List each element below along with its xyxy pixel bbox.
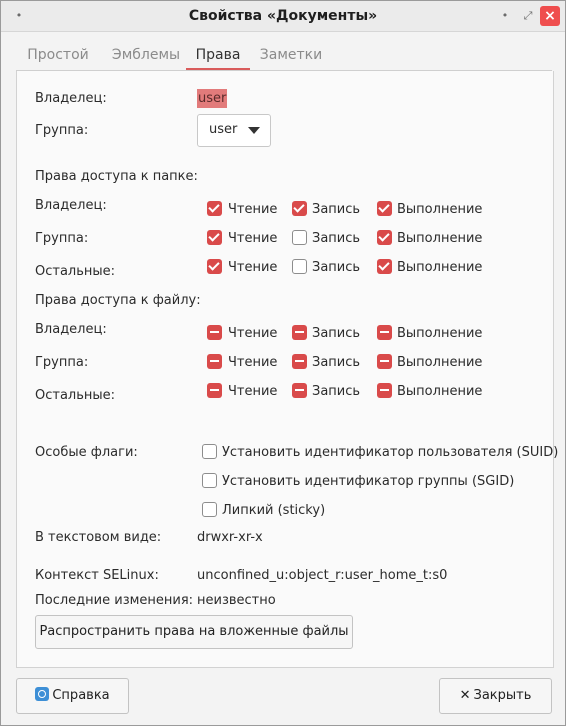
- file-others-read-label: Чтение: [228, 384, 278, 399]
- folder-access-title: Права доступа к папке:: [35, 169, 198, 184]
- folder-owner-read-checkbox[interactable]: [207, 201, 222, 216]
- file-group-label: Группа:: [35, 355, 89, 370]
- folder-others-exec-label: Выполнение: [397, 260, 483, 275]
- special-flags-label: Особые флаги:: [35, 445, 138, 460]
- folder-owner-write-label: Запись: [312, 202, 361, 217]
- file-owner-write-label: Запись: [312, 326, 361, 341]
- folder-others-label: Остальные:: [35, 264, 116, 279]
- folder-owner-exec-checkbox[interactable]: [377, 201, 392, 216]
- apply-recursive-label: Распространить права на вложенные файлы: [39, 624, 349, 639]
- file-access-title: Права доступа к файлу:: [35, 293, 201, 308]
- folder-others-read-checkbox[interactable]: [207, 259, 222, 274]
- properties-window: • Свойства «Документы» • ⤢ × Простой Эмб…: [0, 0, 566, 726]
- group-select-value: user: [209, 122, 238, 137]
- file-owner-exec-checkbox[interactable]: [377, 325, 392, 340]
- tab-notes[interactable]: Заметки: [256, 41, 326, 70]
- sgid-label: Установить идентификатор группы (SGID): [222, 474, 515, 489]
- file-others-write-checkbox[interactable]: [292, 383, 307, 398]
- folder-group-exec-checkbox[interactable]: [377, 230, 392, 245]
- suid-checkbox[interactable]: [202, 444, 217, 459]
- tab-emblems[interactable]: Эмблемы: [104, 41, 188, 70]
- group-select[interactable]: user: [197, 114, 271, 147]
- close-label: Закрыть: [473, 688, 532, 703]
- file-owner-label: Владелец:: [35, 322, 107, 337]
- window-title: Свойства «Документы»: [188, 8, 378, 24]
- file-others-write-label: Запись: [312, 384, 361, 399]
- tab-basic[interactable]: Простой: [20, 41, 96, 70]
- text-view-value: drwxr-xr-x: [197, 530, 263, 545]
- file-others-label: Остальные:: [35, 388, 116, 403]
- last-changed-value: неизвестно: [197, 593, 276, 608]
- close-icon[interactable]: ×: [540, 6, 560, 26]
- folder-others-write-label: Запись: [312, 260, 361, 275]
- sgid-checkbox[interactable]: [202, 473, 217, 488]
- file-group-read-checkbox[interactable]: [207, 354, 222, 369]
- close-x-icon: ✕: [459, 688, 471, 703]
- folder-others-read-label: Чтение: [228, 260, 278, 275]
- selinux-label: Контекст SELinux:: [35, 568, 159, 583]
- title-bar: • Свойства «Документы» • ⤢ ×: [1, 1, 565, 32]
- sticky-label: Липкий (sticky): [222, 503, 326, 518]
- help-icon: [35, 687, 50, 701]
- file-group-write-checkbox[interactable]: [292, 354, 307, 369]
- folder-owner-exec-label: Выполнение: [397, 202, 483, 217]
- help-button[interactable]: Справка: [16, 678, 129, 714]
- owner-value: user: [197, 89, 228, 108]
- owner-label: Владелец:: [35, 91, 107, 106]
- file-group-read-label: Чтение: [228, 355, 278, 370]
- file-owner-read-label: Чтение: [228, 326, 278, 341]
- help-label: Справка: [52, 688, 110, 703]
- close-button[interactable]: ✕ Закрыть: [439, 678, 552, 714]
- folder-owner-write-checkbox[interactable]: [292, 201, 307, 216]
- file-others-read-checkbox[interactable]: [207, 383, 222, 398]
- last-changed-label: Последние изменения:: [35, 593, 194, 608]
- suid-label: Установить идентификатор пользователя (S…: [222, 445, 559, 460]
- maximize-icon[interactable]: ⤢: [518, 6, 538, 26]
- sticky-checkbox[interactable]: [202, 502, 217, 517]
- file-others-exec-label: Выполнение: [397, 384, 483, 399]
- folder-group-exec-label: Выполнение: [397, 231, 483, 246]
- folder-group-read-checkbox[interactable]: [207, 230, 222, 245]
- chevron-down-icon: [248, 127, 260, 134]
- minimize-icon[interactable]: •: [495, 6, 515, 26]
- file-group-write-label: Запись: [312, 355, 361, 370]
- file-owner-exec-label: Выполнение: [397, 326, 483, 341]
- tab-bar: Простой Эмблемы Права Заметки: [16, 41, 552, 71]
- folder-owner-read-label: Чтение: [228, 202, 278, 217]
- folder-group-read-label: Чтение: [228, 231, 278, 246]
- file-owner-write-checkbox[interactable]: [292, 325, 307, 340]
- text-view-label: В текстовом виде:: [35, 530, 162, 545]
- file-group-exec-checkbox[interactable]: [377, 354, 392, 369]
- tab-permissions[interactable]: Права: [186, 41, 250, 70]
- folder-owner-label: Владелец:: [35, 198, 107, 213]
- file-owner-read-checkbox[interactable]: [207, 325, 222, 340]
- apply-recursive-button[interactable]: Распространить права на вложенные файлы: [35, 615, 353, 649]
- file-others-exec-checkbox[interactable]: [377, 383, 392, 398]
- folder-group-label: Группа:: [35, 231, 89, 246]
- group-label: Группа:: [35, 123, 89, 138]
- file-group-exec-label: Выполнение: [397, 355, 483, 370]
- folder-group-write-label: Запись: [312, 231, 361, 246]
- selinux-value: unconfined_u:object_r:user_home_t:s0: [197, 568, 448, 583]
- folder-others-exec-checkbox[interactable]: [377, 259, 392, 274]
- folder-group-write-checkbox[interactable]: [292, 230, 307, 245]
- folder-others-write-checkbox[interactable]: [292, 259, 307, 274]
